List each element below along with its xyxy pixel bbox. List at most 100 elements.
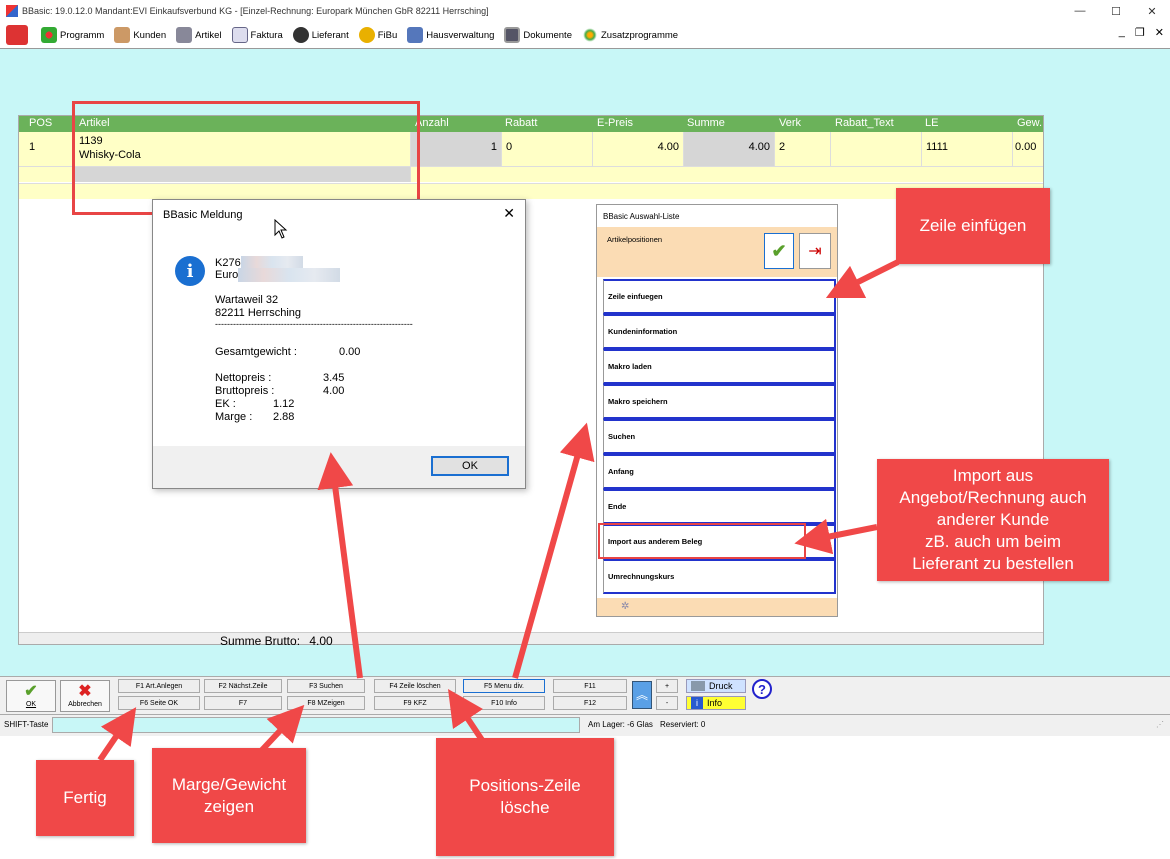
col-anzahl[interactable]: Anzahl: [415, 117, 449, 129]
status-shift: SHIFT-Taste: [4, 720, 49, 729]
window-title: BBasic: 19.0.12.0 Mandant:EVI Einkaufsve…: [22, 6, 489, 16]
col-le[interactable]: LE: [925, 117, 938, 129]
f8-button[interactable]: F8 MZeigen: [287, 696, 365, 710]
confirm-button[interactable]: ✔: [764, 233, 794, 269]
col-rabatt[interactable]: Rabatt: [505, 117, 537, 129]
plus-button[interactable]: +: [656, 679, 678, 693]
mdi-restore-icon[interactable]: ❐: [1135, 26, 1145, 39]
f6-button[interactable]: F6 Seite OK: [118, 696, 200, 710]
col-rabatt-text[interactable]: Rabatt_Text: [835, 117, 894, 129]
list-item-umrechnungskurs[interactable]: Umrechnungskurs: [603, 559, 836, 594]
menu-kunden[interactable]: Kunden: [114, 27, 166, 43]
menu-lieferant[interactable]: Lieferant: [292, 27, 349, 43]
ok-button[interactable]: ✔ OK: [6, 680, 56, 712]
mdi-close-icon[interactable]: ✕: [1155, 26, 1164, 39]
status-bar: SHIFT-Taste Am Lager: -6 Glas Reserviert…: [0, 714, 1170, 736]
dokumente-icon: [504, 27, 521, 43]
mouse-cursor-icon: [274, 219, 288, 239]
dialog-brutto: 4.00: [323, 385, 345, 397]
cell-verk[interactable]: 2: [779, 141, 785, 153]
col-epreis[interactable]: E-Preis: [597, 117, 633, 129]
checkmark-icon: ✔: [771, 240, 787, 261]
col-pos[interactable]: POS: [29, 117, 52, 129]
minimize-icon[interactable]: —: [1062, 0, 1098, 22]
col-gew[interactable]: Gew.: [1017, 117, 1042, 129]
menu-fibu[interactable]: FiBu: [358, 27, 397, 43]
f11-button[interactable]: F11: [553, 679, 627, 693]
list-item-kundeninformation[interactable]: Kundeninformation: [603, 314, 836, 349]
status-reserviert: Reserviert: 0: [660, 720, 706, 729]
zusatzprogramme-icon: [581, 27, 598, 43]
abbrechen-button[interactable]: ✖ Abbrechen: [60, 680, 110, 712]
resize-grip-icon[interactable]: ⋰: [1156, 720, 1164, 729]
help-icon[interactable]: ?: [752, 679, 772, 699]
f7-button[interactable]: F7: [204, 696, 282, 710]
horizontal-scrollbar[interactable]: [19, 632, 1043, 644]
close-icon[interactable]: ✕: [1134, 0, 1170, 22]
dialog-close-icon[interactable]: ✕: [503, 205, 515, 222]
col-verk[interactable]: Verk: [779, 117, 801, 129]
mdi-minimize-icon[interactable]: _: [1119, 26, 1125, 39]
summe-brutto-value: 4.00: [309, 634, 333, 648]
menu-hausverwaltung[interactable]: Hausverwaltung: [407, 27, 494, 43]
f1-button[interactable]: F1 Art.Anlegen: [118, 679, 200, 693]
cell-anzahl[interactable]: 1: [491, 141, 497, 153]
cell-gew[interactable]: 0.00: [1015, 141, 1036, 153]
list-item-zeile-einfuegen[interactable]: Zeile einfuegen: [603, 279, 836, 314]
f4-button[interactable]: F4 Zeile löschen: [374, 679, 456, 693]
druck-button[interactable]: Druck: [686, 679, 746, 693]
highlight-import: [598, 523, 806, 559]
list-item-ende[interactable]: Ende: [603, 489, 836, 524]
highlight-artikel: [72, 101, 420, 215]
scroll-up-icon[interactable]: ︽: [632, 681, 652, 709]
list-item-suchen[interactable]: Suchen: [603, 419, 836, 454]
cell-summe: 4.00: [748, 141, 770, 153]
menu-programm[interactable]: Programm: [41, 27, 104, 43]
minus-button[interactable]: -: [656, 696, 678, 710]
menu-zusatzprogramme[interactable]: Zusatzprogramme: [581, 27, 678, 43]
f10-button[interactable]: F10 Info: [463, 696, 545, 710]
exit-door-icon: ⇥: [808, 243, 822, 260]
fibu-icon: [358, 27, 375, 43]
menu-artikel[interactable]: Artikel: [176, 27, 222, 43]
lieferant-icon: [292, 27, 309, 43]
dialog-street: Wartaweil 32: [215, 294, 279, 306]
auswahl-title: BBasic Auswahl-Liste: [603, 212, 680, 221]
callout-marge: Marge/Gewicht zeigen: [152, 748, 306, 843]
list-item-anfang[interactable]: Anfang: [603, 454, 836, 489]
auswahl-header-label: Artikelpositionen: [607, 235, 663, 244]
list-item-makro-speichern[interactable]: Makro speichern: [603, 384, 836, 419]
exit-button[interactable]: ⇥: [799, 233, 831, 269]
bottom-toolbar: ✔ OK ✖ Abbrechen F1 Art.Anlegen F2 Nächs…: [0, 676, 1170, 714]
artikel-icon: [176, 27, 193, 43]
callout-import: Import aus Angebot/Rechnung auch anderer…: [877, 459, 1109, 581]
cell-le[interactable]: 1111: [926, 141, 948, 153]
f2-button[interactable]: F2 Nächst.Zeile: [204, 679, 282, 693]
f9-button[interactable]: F9 KFZ: [374, 696, 456, 710]
menu-bar: Programm Kunden Artikel Faktura Lieferan…: [0, 22, 1170, 48]
dialog-marge-label: Marge :: [215, 411, 253, 423]
dialog-gesamtgewicht: 0.00: [339, 346, 361, 358]
info-icon: i: [175, 256, 205, 286]
maximize-icon[interactable]: ☐: [1098, 0, 1134, 22]
cell-epreis[interactable]: 4.00: [658, 141, 679, 153]
f12-button[interactable]: F12: [553, 696, 627, 710]
hausverwaltung-icon: [407, 27, 424, 43]
list-item-makro-laden[interactable]: Makro laden: [603, 349, 836, 384]
auswahl-header: Artikelpositionen ✔ ⇥: [597, 227, 837, 277]
dialog-ok-button[interactable]: OK: [431, 456, 509, 476]
app-logo-icon: [6, 25, 31, 45]
checkmark-icon: ✔: [24, 683, 38, 700]
status-lager: Am Lager: -6 Glas: [588, 720, 653, 729]
info-button[interactable]: i Info: [686, 696, 746, 710]
dialog-footer: OK: [153, 446, 525, 488]
menu-faktura[interactable]: Faktura: [231, 27, 283, 43]
printer-icon: [691, 681, 705, 691]
dialog-divider: ----------------------------------------…: [215, 319, 413, 329]
cross-icon: ✖: [78, 683, 92, 700]
menu-dokumente[interactable]: Dokumente: [504, 27, 572, 43]
cell-rabatt[interactable]: 0: [506, 141, 512, 153]
f3-button[interactable]: F3 Suchen: [287, 679, 365, 693]
f5-button[interactable]: F5 Menu div.: [463, 679, 545, 693]
col-summe[interactable]: Summe: [687, 117, 725, 129]
